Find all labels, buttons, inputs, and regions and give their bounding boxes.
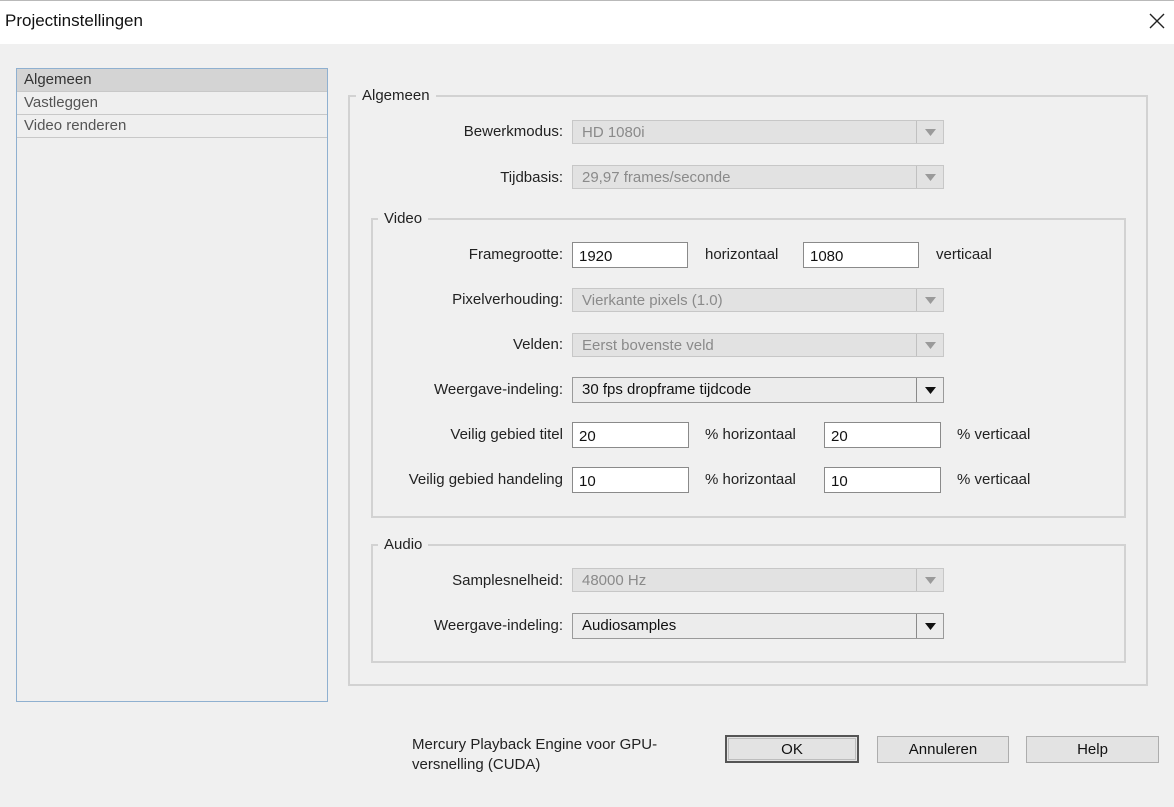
edit-mode-label: Bewerkmodus: bbox=[463, 123, 563, 140]
fields-label: Velden: bbox=[512, 336, 563, 353]
video-legend: Video bbox=[378, 210, 429, 227]
nav-item-capture[interactable]: Vastleggen bbox=[17, 92, 327, 115]
audio-display-format-dropdown[interactable]: Audiosamples bbox=[572, 613, 944, 639]
chevron-down-icon bbox=[924, 386, 936, 394]
video-display-format-label: Weergave-indeling: bbox=[434, 381, 563, 398]
sample-rate-value: 48000 Hz bbox=[582, 572, 647, 589]
sample-rate-label: Samplesnelheid: bbox=[452, 572, 563, 589]
frame-width-input[interactable] bbox=[572, 242, 688, 268]
mercury-engine-info: Mercury Playback Engine voor GPU-versnel… bbox=[412, 736, 658, 773]
edit-mode-arrow bbox=[916, 121, 943, 143]
fields-value: Eerst bovenste veld bbox=[582, 337, 714, 354]
audio-display-format-arrow bbox=[916, 614, 943, 638]
edit-mode-dropdown[interactable]: HD 1080i bbox=[572, 120, 944, 144]
video-display-format-value: 30 fps dropframe tijdcode bbox=[582, 381, 752, 398]
audio-group bbox=[371, 544, 1126, 663]
action-safe-horizontal-input[interactable] bbox=[572, 467, 689, 493]
ok-button[interactable]: OK bbox=[725, 735, 859, 763]
close-icon bbox=[1149, 13, 1165, 29]
sample-rate-arrow bbox=[916, 569, 943, 591]
chevron-down-icon bbox=[924, 128, 936, 136]
chevron-down-icon bbox=[924, 341, 936, 349]
nav-item-general[interactable]: Algemeen bbox=[17, 69, 327, 92]
close-button[interactable] bbox=[1142, 6, 1172, 36]
title-safe-horizontal-input[interactable] bbox=[572, 422, 689, 448]
frame-size-label: Framegrootte: bbox=[468, 246, 563, 263]
audio-display-format-label: Weergave-indeling: bbox=[434, 617, 563, 634]
timebase-arrow bbox=[916, 166, 943, 188]
title-safe-label: Veilig gebied titel bbox=[450, 426, 563, 443]
title-safe-horizontal-label: % horizontaal bbox=[705, 426, 796, 443]
action-safe-label: Veilig gebied handeling bbox=[408, 471, 563, 488]
timebase-label: Tijdbasis: bbox=[500, 169, 563, 186]
pixel-aspect-value: Vierkante pixels (1.0) bbox=[582, 292, 723, 309]
pixel-aspect-dropdown[interactable]: Vierkante pixels (1.0) bbox=[572, 288, 944, 312]
sample-rate-dropdown[interactable]: 48000 Hz bbox=[572, 568, 944, 592]
timebase-dropdown[interactable]: 29,97 frames/seconde bbox=[572, 165, 944, 189]
chevron-down-icon bbox=[924, 576, 936, 584]
chevron-down-icon bbox=[924, 622, 936, 630]
fields-arrow bbox=[916, 334, 943, 356]
edit-mode-value: HD 1080i bbox=[582, 124, 645, 141]
action-safe-vertical-input[interactable] bbox=[824, 467, 941, 493]
audio-legend: Audio bbox=[378, 536, 429, 553]
frame-horizontal-label: horizontaal bbox=[705, 246, 779, 263]
settings-nav-list: Algemeen Vastleggen Video renderen bbox=[16, 68, 328, 702]
nav-item-video-rendering[interactable]: Video renderen bbox=[17, 115, 327, 138]
title-safe-vertical-label: % verticaal bbox=[957, 426, 1031, 443]
action-safe-vertical-label: % verticaal bbox=[957, 471, 1031, 488]
video-display-format-dropdown[interactable]: 30 fps dropframe tijdcode bbox=[572, 377, 944, 403]
top-border bbox=[0, 0, 1174, 1]
frame-vertical-label: verticaal bbox=[936, 246, 992, 263]
audio-display-format-value: Audiosamples bbox=[582, 617, 677, 634]
help-button[interactable]: Help bbox=[1026, 736, 1159, 763]
frame-height-input[interactable] bbox=[803, 242, 919, 268]
fields-dropdown[interactable]: Eerst bovenste veld bbox=[572, 333, 944, 357]
chevron-down-icon bbox=[924, 173, 936, 181]
title-safe-vertical-input[interactable] bbox=[824, 422, 941, 448]
chevron-down-icon bbox=[924, 296, 936, 304]
timebase-value: 29,97 frames/seconde bbox=[582, 169, 731, 186]
pixel-aspect-arrow bbox=[916, 289, 943, 311]
cancel-button[interactable]: Annuleren bbox=[877, 736, 1009, 763]
window-title: Projectinstellingen bbox=[5, 11, 143, 30]
pixel-aspect-label: Pixelverhouding: bbox=[452, 291, 563, 308]
title-bar: Projectinstellingen bbox=[0, 0, 1174, 44]
action-safe-horizontal-label: % horizontaal bbox=[705, 471, 796, 488]
video-display-format-arrow bbox=[916, 378, 943, 402]
general-legend: Algemeen bbox=[356, 87, 436, 104]
